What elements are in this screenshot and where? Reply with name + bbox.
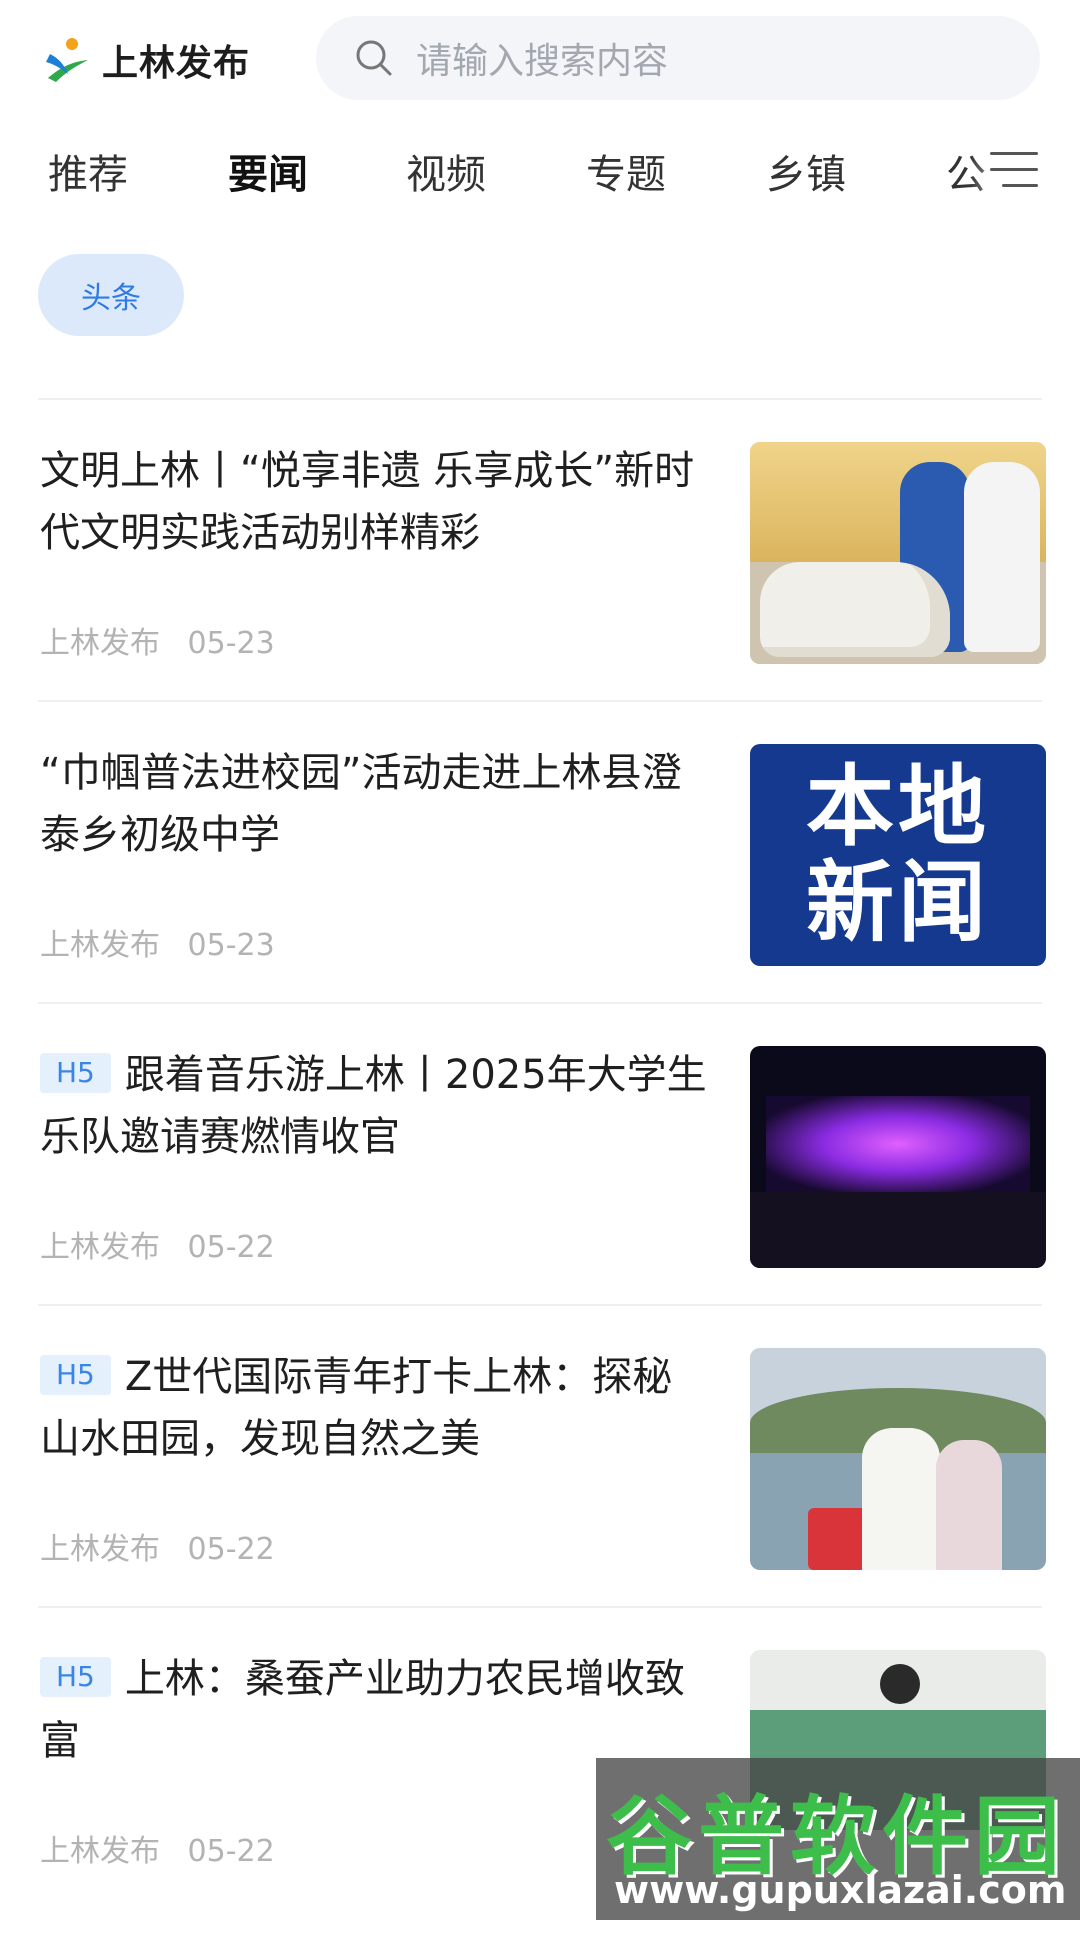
divider bbox=[38, 1002, 1042, 1004]
divider bbox=[38, 1606, 1042, 1608]
h5-badge: H5 bbox=[40, 1355, 111, 1395]
news-title-wrap: H5 Z世代国际青年打卡上林：探秘山水田园，发现自然之美 bbox=[40, 1346, 710, 1470]
app-logo[interactable]: 上林发布 bbox=[42, 30, 250, 90]
watermark: 谷普软件园 www.gupuxlazai.com bbox=[596, 1758, 1080, 1920]
watermark-url: www.gupuxlazai.com bbox=[614, 1868, 1067, 1912]
news-title-wrap: H5 上林：桑蚕产业助力农民增收致富 bbox=[40, 1648, 710, 1772]
divider bbox=[38, 1304, 1042, 1306]
news-thumbnail bbox=[750, 442, 1046, 664]
news-source: 上林发布 bbox=[40, 928, 160, 963]
logo-icon bbox=[42, 34, 94, 86]
search-input[interactable]: 请输入搜索内容 bbox=[316, 16, 1040, 100]
h5-badge: H5 bbox=[40, 1053, 111, 1093]
thumb-text-line: 新闻 bbox=[805, 851, 990, 954]
news-date: 05-22 bbox=[187, 1834, 275, 1869]
news-thumbnail bbox=[750, 1046, 1046, 1268]
search-icon bbox=[354, 38, 394, 78]
news-thumbnail bbox=[750, 1348, 1046, 1570]
tab-topics[interactable]: 专题 bbox=[586, 142, 666, 200]
news-thumbnail: 本地 新闻 bbox=[750, 744, 1046, 966]
menu-icon[interactable] bbox=[990, 148, 1038, 192]
news-date: 05-22 bbox=[187, 1230, 275, 1265]
news-meta: 上林发布 05-22 bbox=[40, 1524, 275, 1568]
tab-video[interactable]: 视频 bbox=[406, 142, 486, 200]
tab-headlines[interactable]: 要闻 bbox=[228, 142, 308, 200]
news-title: “巾帼普法进校园”活动走进上林县澄泰乡初级中学 bbox=[40, 750, 682, 858]
news-title: 跟着音乐游上林丨2025年大学生乐队邀请赛燃情收官 bbox=[40, 1052, 707, 1160]
tab-towns[interactable]: 乡镇 bbox=[766, 142, 846, 200]
divider bbox=[38, 700, 1042, 702]
news-date: 05-22 bbox=[187, 1532, 275, 1567]
news-source: 上林发布 bbox=[40, 1532, 160, 1567]
news-title: 上林：桑蚕产业助力农民增收致富 bbox=[40, 1656, 685, 1764]
news-date: 05-23 bbox=[187, 626, 275, 661]
thumb-text-line: 本地 bbox=[805, 755, 990, 858]
subchannel-chip-headline[interactable]: 头条 bbox=[38, 254, 184, 336]
app-header: 上林发布 请输入搜索内容 bbox=[0, 0, 1080, 115]
divider bbox=[38, 398, 1042, 400]
news-meta: 上林发布 05-22 bbox=[40, 1222, 275, 1266]
news-meta: 上林发布 05-22 bbox=[40, 1826, 275, 1870]
tab-recommend[interactable]: 推荐 bbox=[48, 142, 128, 200]
search-placeholder: 请输入搜索内容 bbox=[416, 41, 669, 82]
news-meta: 上林发布 05-23 bbox=[40, 618, 275, 662]
logo-text: 上林发布 bbox=[102, 43, 251, 84]
news-title: 文明上林丨“悦享非遗 乐享成长”新时代文明实践活动别样精彩 bbox=[40, 448, 695, 556]
news-title-wrap: H5 跟着音乐游上林丨2025年大学生乐队邀请赛燃情收官 bbox=[40, 1044, 710, 1168]
news-source: 上林发布 bbox=[40, 626, 160, 661]
news-meta: 上林发布 05-23 bbox=[40, 920, 275, 964]
news-source: 上林发布 bbox=[40, 1834, 160, 1869]
news-date: 05-23 bbox=[187, 928, 275, 963]
h5-badge: H5 bbox=[40, 1657, 111, 1697]
news-title: Z世代国际青年打卡上林：探秘山水田园，发现自然之美 bbox=[40, 1354, 673, 1462]
news-source: 上林发布 bbox=[40, 1230, 160, 1265]
channel-tabs: 推荐 要闻 视频 专题 乡镇 公 bbox=[0, 130, 1080, 210]
